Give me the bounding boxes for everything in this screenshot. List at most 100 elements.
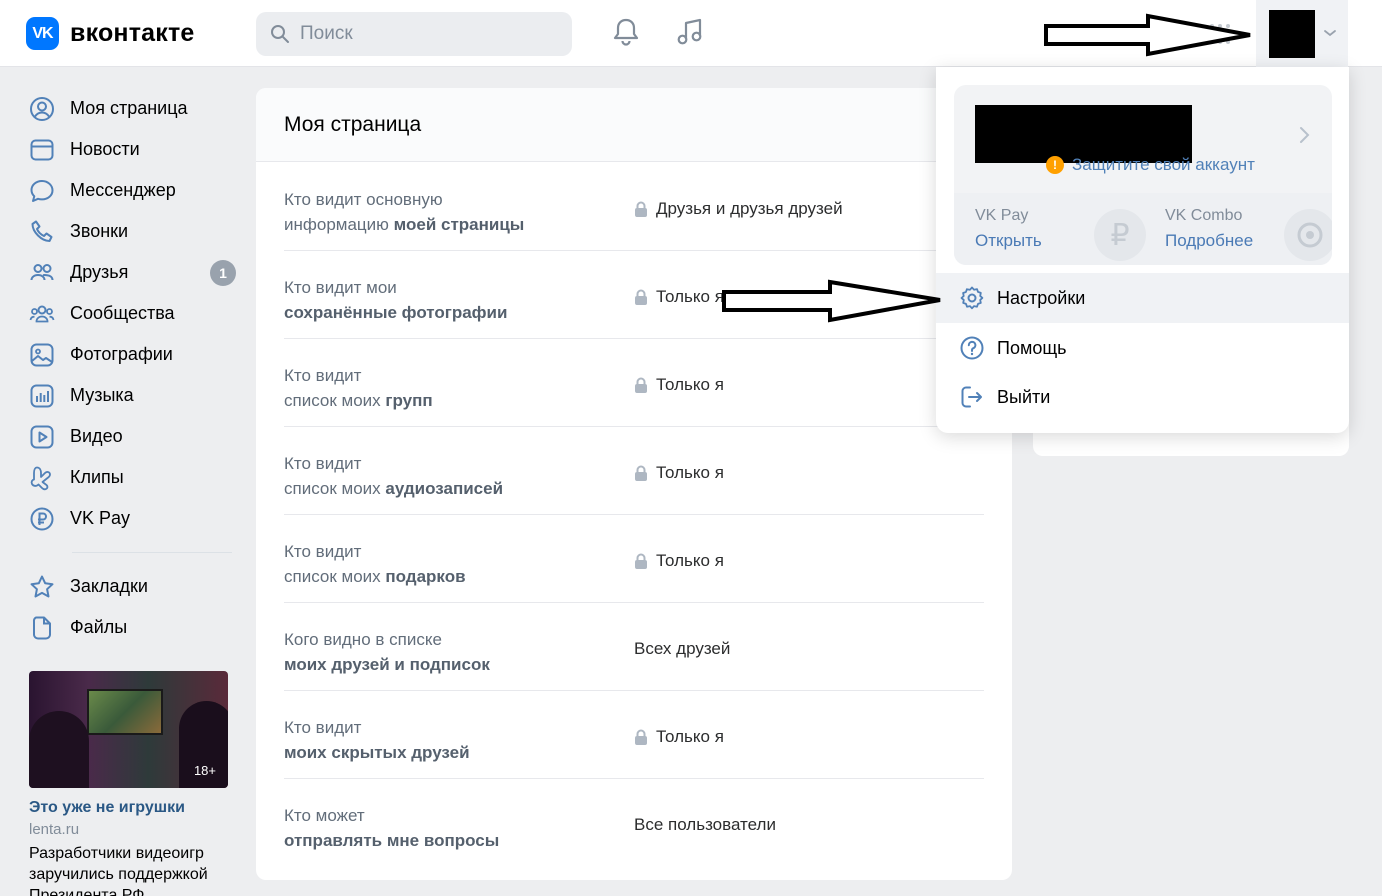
search-icon (271, 25, 289, 43)
privacy-value: Все пользователи (634, 815, 776, 834)
search-input[interactable] (300, 23, 560, 45)
menu-item-logout[interactable]: Выйти (936, 372, 1349, 422)
ruble-icon: ₽ (1094, 209, 1146, 261)
sidebar-item-label: Видео (70, 426, 123, 446)
privacy-row[interactable]: Кто видит моих скрытых друзей Только я (284, 691, 984, 779)
gear-icon (960, 286, 984, 310)
sidebar-item-music[interactable]: Музыка (28, 375, 238, 416)
profile-menu-toggle[interactable] (1256, 0, 1348, 67)
chevron-right-icon (1300, 127, 1310, 143)
menu-item-settings[interactable]: Настройки (936, 273, 1349, 323)
profile-dropdown-menu: ! Защитите свой аккаунт VK Pay Открыть ₽… (936, 67, 1349, 433)
menu-item-help[interactable]: Помощь (936, 323, 1349, 373)
sidebar-item-communities[interactable]: Сообщества (28, 293, 238, 334)
sidebar-item-calls[interactable]: Звонки (28, 211, 238, 252)
privacy-value-dropdown[interactable]: Друзья и друзья друзей (634, 199, 843, 219)
privacy-value-dropdown[interactable]: Только я (634, 287, 724, 307)
vk-logo[interactable]: VK вконтакте (26, 17, 195, 50)
warning-icon: ! (1046, 156, 1064, 174)
music-note-icon[interactable] (674, 16, 706, 48)
privacy-value: Друзья и друзья друзей (656, 199, 843, 218)
users-icon (30, 263, 54, 280)
menu-item-label: Помощь (997, 337, 1067, 358)
sidebar-item-label: Фотографии (70, 344, 173, 364)
sidebar-item-my-page[interactable]: Моя страница (28, 88, 238, 129)
phone-icon (31, 220, 53, 242)
sidebar-item-friends[interactable]: Друзья 1 (28, 252, 238, 293)
privacy-row[interactable]: Кто может отправлять мне вопросы Все польз… (284, 779, 984, 867)
privacy-row[interactable]: Кто видит список моих групп Только я (284, 339, 984, 427)
sidebar-item-label: Звонки (70, 221, 129, 241)
privacy-value: Только я (656, 551, 724, 570)
privacy-settings-card: Моя страница Кто видит основную информаци… (256, 88, 1012, 880)
logout-icon (961, 386, 982, 408)
sidebar-item-label: Моя страница (70, 98, 188, 118)
vkcombo-icon (1284, 209, 1332, 261)
sidebar-item-label: Мессенджер (70, 180, 176, 200)
sidebar-item-photos[interactable]: Фотографии (28, 334, 238, 375)
ad-title[interactable]: Это уже не игрушки (29, 799, 229, 817)
vk-logo-text: вконтакте (70, 19, 195, 47)
privacy-row[interactable]: Кто видит список моих аудиозаписей Только … (284, 427, 984, 515)
sidebar-item-label: Клипы (70, 467, 124, 487)
privacy-question: Кто видит основную информацию моей страни… (284, 190, 525, 234)
community-icon (29, 305, 55, 322)
privacy-value-dropdown[interactable]: Все пользователи (634, 815, 776, 835)
video-icon (30, 425, 54, 448)
privacy-row[interactable]: Кто видит основную информацию моей страни… (284, 163, 984, 251)
ruble-icon (30, 507, 54, 530)
star-icon (30, 575, 54, 597)
newsfeed-icon (30, 139, 54, 160)
account-block[interactable]: ! Защитите свой аккаунт VK Pay Открыть ₽… (954, 85, 1332, 265)
privacy-row[interactable]: Кого видно в списке моих друзей и подписо… (284, 603, 984, 691)
sidebar-item-bookmarks[interactable]: Закладки (28, 566, 238, 607)
privacy-row[interactable]: Кто видит список моих подарков Только я (284, 515, 984, 603)
message-icon (30, 179, 54, 202)
lock-icon (635, 553, 647, 569)
sidebar-item-label: Файлы (70, 617, 128, 637)
privacy-question: Кто видит список моих аудиозаписей (284, 454, 504, 498)
privacy-value-dropdown[interactable]: Только я (634, 375, 724, 395)
friends-count-badge: 1 (210, 260, 236, 286)
chevron-down-icon (1324, 30, 1336, 37)
section-header: Моя страница (256, 88, 1012, 162)
menu-item-label: Выйти (997, 386, 1051, 407)
sidebar-item-label: Новости (70, 139, 140, 159)
protect-account-link[interactable]: ! Защитите свой аккаунт (1046, 155, 1255, 175)
protect-account-text: Защитите свой аккаунт (1072, 155, 1255, 174)
privacy-value: Только я (656, 287, 724, 306)
privacy-value-dropdown[interactable]: Всех друзей (634, 639, 730, 659)
privacy-value: Всех друзей (634, 639, 731, 658)
privacy-question: Кто может отправлять мне вопросы (284, 806, 500, 850)
lock-icon (635, 465, 647, 481)
ad-source: lenta.ru (29, 821, 80, 838)
sidebar-item-messenger[interactable]: Мессенджер (28, 170, 238, 211)
services-row: VK Pay Открыть ₽ VK Combo Подробнее (954, 193, 1332, 265)
sidebar-item-video[interactable]: Видео (28, 416, 238, 457)
annotation-arrow-icon (1044, 13, 1251, 57)
sidebar-item-label: Закладки (70, 576, 148, 596)
search-box[interactable] (256, 12, 572, 56)
privacy-value: Только я (656, 727, 724, 746)
annotation-arrow-icon (722, 279, 941, 323)
lock-icon (635, 289, 647, 305)
privacy-question: Кто видит список моих групп (284, 366, 433, 410)
sidebar-item-files[interactable]: Файлы (28, 607, 238, 648)
photo-icon (30, 343, 54, 366)
privacy-value-dropdown[interactable]: Только я (634, 727, 724, 747)
avatar (1269, 10, 1315, 58)
left-sidebar: Моя страница Новости Мессенджер Звонки Д… (28, 88, 238, 648)
privacy-question: Кто видит мои сохранённые фотографии (284, 278, 508, 322)
sidebar-item-clips[interactable]: Клипы (28, 457, 238, 498)
lock-icon (635, 377, 647, 393)
sidebar-item-news[interactable]: Новости (28, 129, 238, 170)
sidebar-item-vkpay[interactable]: VK Pay (28, 498, 238, 539)
privacy-value-dropdown[interactable]: Только я (634, 463, 724, 483)
ad-image[interactable]: 18+ (29, 671, 228, 788)
sidebar-ad[interactable]: 18+ Это уже не игрушки lenta.ru Разработ… (29, 671, 229, 896)
privacy-question: Кто видит список моих подарков (284, 542, 466, 586)
help-icon (960, 336, 984, 360)
bell-icon[interactable] (610, 16, 642, 48)
privacy-question: Кого видно в списке моих друзей и подписо… (284, 630, 490, 674)
privacy-value-dropdown[interactable]: Только я (634, 551, 724, 571)
